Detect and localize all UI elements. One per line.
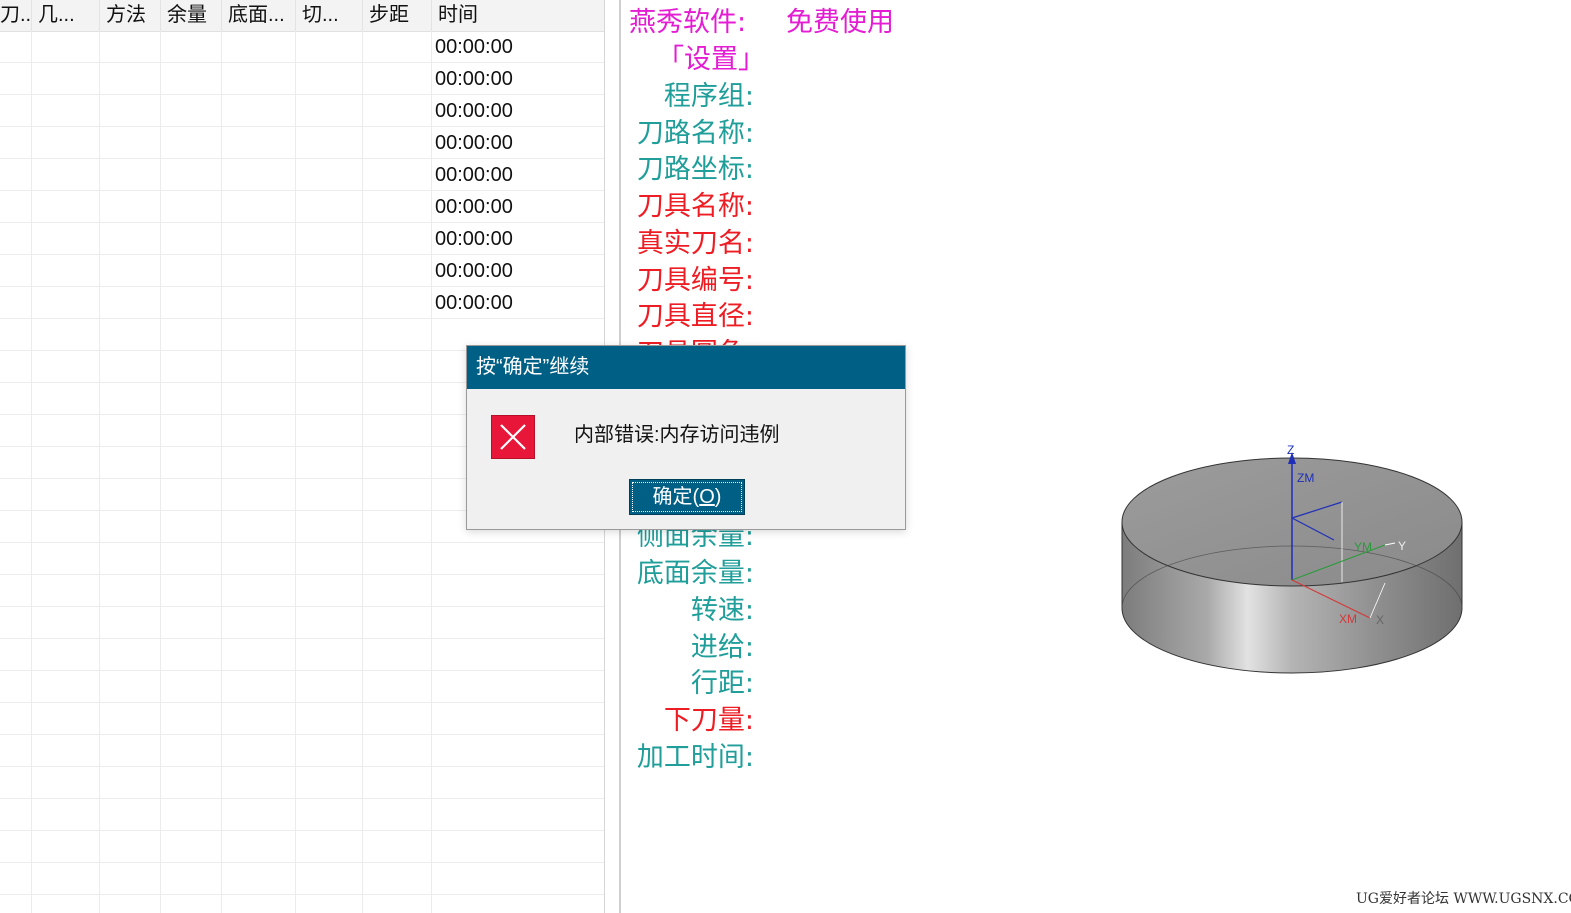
column-header-cut[interactable]: 切... [296,0,363,31]
axis-label-z: Z [1287,443,1294,457]
dialog-titlebar[interactable]: 按“确定”继续 [467,346,905,389]
table-row[interactable]: 00:00:00 [0,191,604,223]
table-row[interactable]: 00:00:00 [0,31,604,63]
info-label: 下刀量: [663,705,754,736]
time-cell: 00:00:00 [435,164,513,186]
time-cell: 00:00:00 [435,100,513,122]
error-message: 内部错误:内存访问违例 [574,424,780,446]
app-root: 刀.. 几... 方法 余量 底面... 切... 步距 时间 00:00:00… [0,0,1571,913]
table-row[interactable] [0,671,604,703]
time-cell: 00:00:00 [435,260,513,282]
info-label: 真实刀名: [636,228,754,259]
table-row[interactable] [0,575,604,607]
table-row[interactable] [0,831,604,863]
brand-label: 燕秀软件: [629,7,747,38]
info-label: 加工时间: [636,742,754,773]
table-row[interactable]: 00:00:00 [0,159,604,191]
column-header-tool[interactable]: 刀.. [0,0,32,31]
table-header: 刀.. 几... 方法 余量 底面... 切... 步距 时间 [0,0,604,32]
time-cell: 00:00:00 [435,132,513,154]
table-row[interactable] [0,799,604,831]
table-row[interactable] [0,607,604,639]
cylinder-model: Z ZM Y YM X XM [1121,443,1463,674]
column-header-floor-stock[interactable]: 底面... [222,0,296,31]
dialog-title: 按“确定”继续 [476,356,590,378]
3d-viewport[interactable]: Z ZM Y YM X XM [1110,440,1480,690]
ok-button-hotkey: O [699,486,715,508]
table-row[interactable] [0,703,604,735]
ok-button[interactable]: 确定(O) [629,479,745,515]
axis-label-y: Y [1398,539,1406,553]
table-row[interactable]: 00:00:00 [0,255,604,287]
settings-link[interactable]: 「设置」 [657,42,765,78]
brand-free-label: 免费使用 [786,7,894,38]
table-row[interactable] [0,639,604,671]
time-cell: 00:00:00 [435,36,513,58]
info-label: 行距: [690,668,754,699]
table-row[interactable] [0,895,604,913]
column-header-method[interactable]: 方法 [100,0,161,31]
error-dialog: 按“确定”继续 内部错误:内存访问违例 确定(O) [466,345,906,530]
ok-button-label: 确定( [652,486,700,508]
table-row[interactable]: 00:00:00 [0,287,604,319]
table-row[interactable] [0,543,604,575]
info-label: 程序组: [663,81,754,112]
info-label: 刀路坐标: [636,154,754,185]
column-header-stock[interactable]: 余量 [161,0,222,31]
column-header-geometry[interactable]: 几... [32,0,100,31]
table-row[interactable]: 00:00:00 [0,63,604,95]
info-label: 刀路名称: [636,118,754,149]
table-row[interactable] [0,767,604,799]
table-row[interactable] [0,735,604,767]
info-label: 底面余量: [636,558,754,589]
axis-label-zm: ZM [1297,471,1314,485]
info-label: 刀具直径: [636,301,754,332]
column-header-time[interactable]: 时间 [432,0,604,31]
table-row[interactable]: 00:00:00 [0,127,604,159]
column-header-stepover[interactable]: 步距 [363,0,432,31]
info-label: 刀具编号: [636,265,754,296]
time-cell: 00:00:00 [435,196,513,218]
info-label: 刀具名称: [636,191,754,222]
axis-label-x: X [1376,613,1384,627]
time-cell: 00:00:00 [435,228,513,250]
ok-button-label-close: ) [714,486,722,508]
info-label: 转速: [690,595,754,626]
table-row[interactable] [0,863,604,895]
time-cell: 00:00:00 [435,292,513,314]
table-row[interactable]: 00:00:00 [0,95,604,127]
info-label: 进给: [690,632,754,663]
time-cell: 00:00:00 [435,68,513,90]
table-row[interactable]: 00:00:00 [0,223,604,255]
watermark: UG爱好者论坛 WWW.UGSNX.COM [1356,891,1571,907]
axis-label-xm: XM [1339,612,1357,626]
axis-label-ym: YM [1354,540,1372,554]
error-icon [491,415,535,459]
